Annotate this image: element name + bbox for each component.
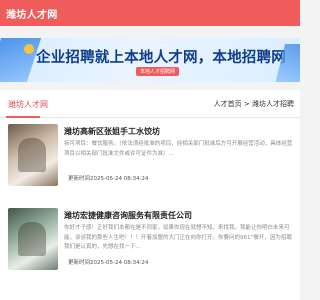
article-title-link[interactable]: 潍坊高新区张姐手工水饺坊 (64, 126, 160, 137)
article-title-link[interactable]: 潍坊宏捷健康咨询服务有限责任公司 (64, 210, 192, 221)
list-item: 潍坊高新区张姐手工水饺坊 拆可项目：餐饮服务。（依法须经批准的项目，经相关部门批… (8, 124, 298, 199)
main-content: 潍坊人才网 人才首页 > 潍坊人才招聘 潍坊高新区张姐手工水饺坊 拆可项目：餐饮… (0, 90, 300, 300)
banner-badge-icon (24, 44, 34, 54)
site-title[interactable]: 潍坊人才网 (6, 6, 58, 21)
list-item: 潍坊宏捷健康咨询服务有限责任公司 你好才子感！正好我们本都在是不同家，如果你现在… (8, 208, 298, 283)
article-thumbnail[interactable] (8, 208, 58, 270)
breadcrumb-home-link[interactable]: 人才首页 (214, 100, 242, 108)
article-summary: 拆可项目：餐饮服务。（依法须经批准的项目，经相关部门批准后方可开展经营活动，具体… (64, 141, 293, 157)
breadcrumb-current-link[interactable]: 潍坊人才招聘 (252, 100, 294, 108)
article-thumbnail[interactable] (8, 124, 58, 186)
article-update-time: 更新时间2025-05-24 08:34:24 (68, 176, 149, 182)
banner-subline: 本地人才招聘网 (136, 67, 180, 76)
section-header: 潍坊人才网 人才首页 > 潍坊人才招聘 (0, 90, 300, 118)
breadcrumb: 人才首页 > 潍坊人才招聘 (214, 99, 294, 109)
article-update-time: 更新时间2025-05-24 08:34:24 (68, 260, 149, 266)
section-title-underline (6, 116, 40, 118)
banner-headline: 企业招聘就上本地人才网，本地招聘网 (36, 50, 286, 66)
promo-banner[interactable]: 企业招聘就上本地人才网，本地招聘网 本地人才招聘网 (0, 38, 300, 82)
breadcrumb-separator: > (243, 100, 250, 108)
article-summary: 你好才子感！正好我们本都在是不同家，如果你现在就想不知，来找我。我能让你明白未来… (64, 225, 292, 250)
top-header-bar: 潍坊人才网 (0, 0, 300, 26)
section-title: 潍坊人才网 (8, 100, 48, 109)
